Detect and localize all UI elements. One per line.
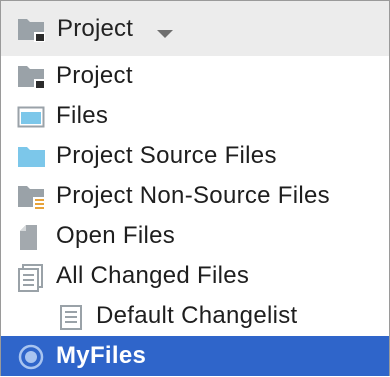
window-icon [17,104,45,130]
scope-item-open-files[interactable]: Open Files [1,216,389,256]
radio-scope-icon [18,344,46,370]
scope-popup: Project Project Files Project Source Fil… [0,0,390,376]
scope-dropdown[interactable]: Project [1,1,389,56]
scope-item-files[interactable]: Files [1,96,389,136]
project-folder-icon [17,64,45,90]
scope-item-project[interactable]: Project [1,56,389,96]
scope-item-label: Open Files [56,222,176,249]
changelist-icon [58,304,86,330]
scope-item-label: Project Non-Source Files [56,182,330,209]
scope-item-myfiles[interactable]: MyFiles [1,336,389,376]
scope-item-project-source-files[interactable]: Project Source Files [1,136,389,176]
scope-item-label: Project Source Files [56,142,277,169]
scope-item-label: Files [56,102,109,129]
scope-item-label: All Changed Files [56,262,250,289]
scope-item-label: Project [56,62,133,89]
folder-icon [17,144,45,170]
scope-item-default-changelist[interactable]: Default Changelist [1,296,389,336]
file-icon [17,224,45,250]
chevron-down-icon[interactable] [156,26,174,44]
scope-title: Project [57,15,134,42]
scope-item-project-non-source-files[interactable]: Project Non-Source Files [1,176,389,216]
folder-files-icon [17,184,45,210]
scope-item-label: Default Changelist [96,302,298,329]
scope-item-label: MyFiles [56,342,147,369]
scope-item-all-changed-files[interactable]: All Changed Files [1,256,389,296]
project-folder-icon [17,16,47,49]
changelist-stack-icon [17,264,45,292]
